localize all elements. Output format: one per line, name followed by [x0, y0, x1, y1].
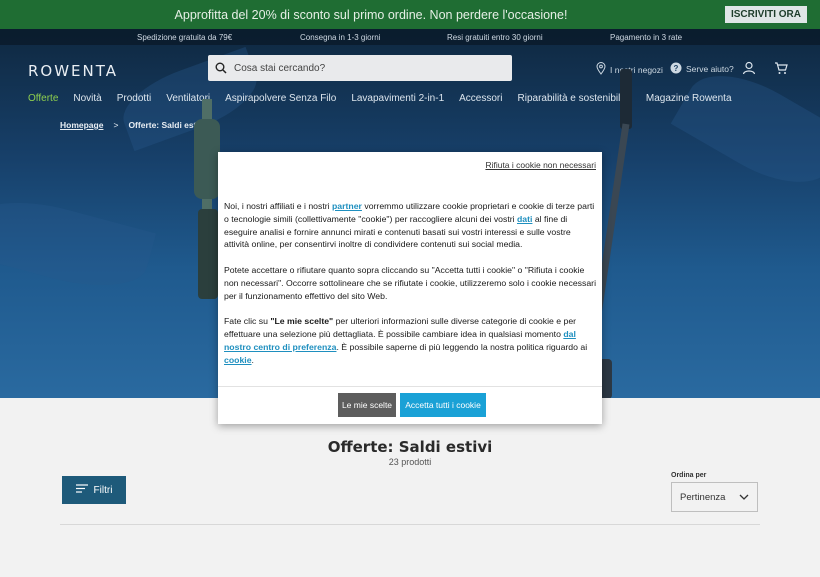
sort-label: Ordina per	[671, 472, 707, 479]
search-bar[interactable]	[208, 55, 512, 81]
nav-item-novita[interactable]: Novità	[73, 93, 101, 104]
product-count: 23 prodotti	[388, 457, 432, 467]
cookie-paragraph-3: Fate clic su "Le mie scelte" per ulterio…	[224, 315, 596, 366]
promo-bar: Approfitta del 20% di sconto sul primo o…	[0, 0, 820, 29]
benefit-returns: Resi gratuiti entro 30 giorni	[447, 33, 543, 42]
partner-link[interactable]: partner	[332, 201, 362, 211]
text-segment: Noi, i nostri affiliati e i nostri	[224, 201, 332, 211]
rowenta-logo[interactable]: ROWENTA	[28, 62, 118, 80]
breadcrumb: Homepage > Offerte: Saldi estivi	[60, 120, 206, 130]
filter-button[interactable]: Filtri	[62, 476, 126, 504]
cookie-consent-dialog: Rifiuta i cookie non necessari Noi, i no…	[218, 152, 602, 424]
reject-cookies-link[interactable]: Rifiuta i cookie non necessari	[485, 160, 596, 170]
divider	[60, 524, 760, 525]
data-link[interactable]: dati	[517, 214, 532, 224]
benefit-delivery: Consegna in 1-3 giorni	[300, 33, 381, 42]
filter-label: Filtri	[93, 484, 113, 496]
benefits-strip: Spedizione gratuita da 79€ Consegna in 1…	[0, 29, 820, 45]
filter-icon	[75, 484, 88, 496]
benefit-shipping: Spedizione gratuita da 79€	[137, 33, 233, 42]
text-bold: "Le mie scelte"	[270, 316, 334, 327]
cart-icon[interactable]	[774, 61, 788, 80]
text-segment: Fate clic su	[224, 316, 271, 327]
cookie-paragraph-1: Noi, i nostri affiliati e i nostri partn…	[224, 200, 596, 251]
nav-item-prodotti[interactable]: Prodotti	[117, 93, 151, 104]
nav-item-magazine[interactable]: Magazine Rowenta	[646, 93, 732, 104]
svg-text:?: ?	[674, 64, 679, 73]
subscribe-button[interactable]: ISCRIVITI ORA	[724, 6, 807, 23]
text-segment: . È possibile saperne di più leggendo la…	[336, 341, 588, 352]
nav-item-accessori[interactable]: Accessori	[459, 93, 502, 104]
benefit-payment: Pagamento in 3 rate	[610, 33, 683, 42]
help-link[interactable]: ? Serve aiuto?	[670, 62, 734, 76]
search-icon[interactable]	[208, 55, 234, 81]
nav-item-lavapavimenti[interactable]: Lavapavimenti 2-in-1	[351, 93, 444, 104]
search-input[interactable]	[234, 62, 494, 74]
help-icon: ?	[670, 62, 682, 76]
chevron-down-icon	[739, 492, 749, 503]
breadcrumb-separator: >	[113, 120, 119, 130]
cookie-policy-link[interactable]: cookie	[224, 355, 252, 365]
breadcrumb-home[interactable]: Homepage	[60, 120, 103, 130]
text-segment: .	[251, 354, 254, 365]
decorative-leaf	[0, 186, 156, 302]
promo-text: Approfitta del 20% di sconto sul primo o…	[174, 8, 568, 22]
sort-select[interactable]: Pertinenza	[671, 482, 758, 512]
cookie-text: Noi, i nostri affiliati e i nostri partn…	[224, 200, 596, 379]
my-choices-button[interactable]: Le mie scelte	[338, 393, 396, 417]
cookie-paragraph-2: Potete accettare o rifiutare quanto sopr…	[224, 264, 596, 301]
nav-item-aspirapolvere[interactable]: Aspirapolvere Senza Filo	[225, 93, 336, 104]
modal-divider	[218, 386, 602, 387]
sort-value: Pertinenza	[680, 491, 726, 503]
accept-all-cookies-button[interactable]: Accetta tutti i cookie	[400, 393, 486, 417]
help-label: Serve aiuto?	[686, 64, 734, 74]
page-title: Offerte: Saldi estivi	[327, 438, 493, 456]
account-icon[interactable]	[742, 61, 756, 80]
nav-item-offerte[interactable]: Offerte	[28, 93, 58, 104]
